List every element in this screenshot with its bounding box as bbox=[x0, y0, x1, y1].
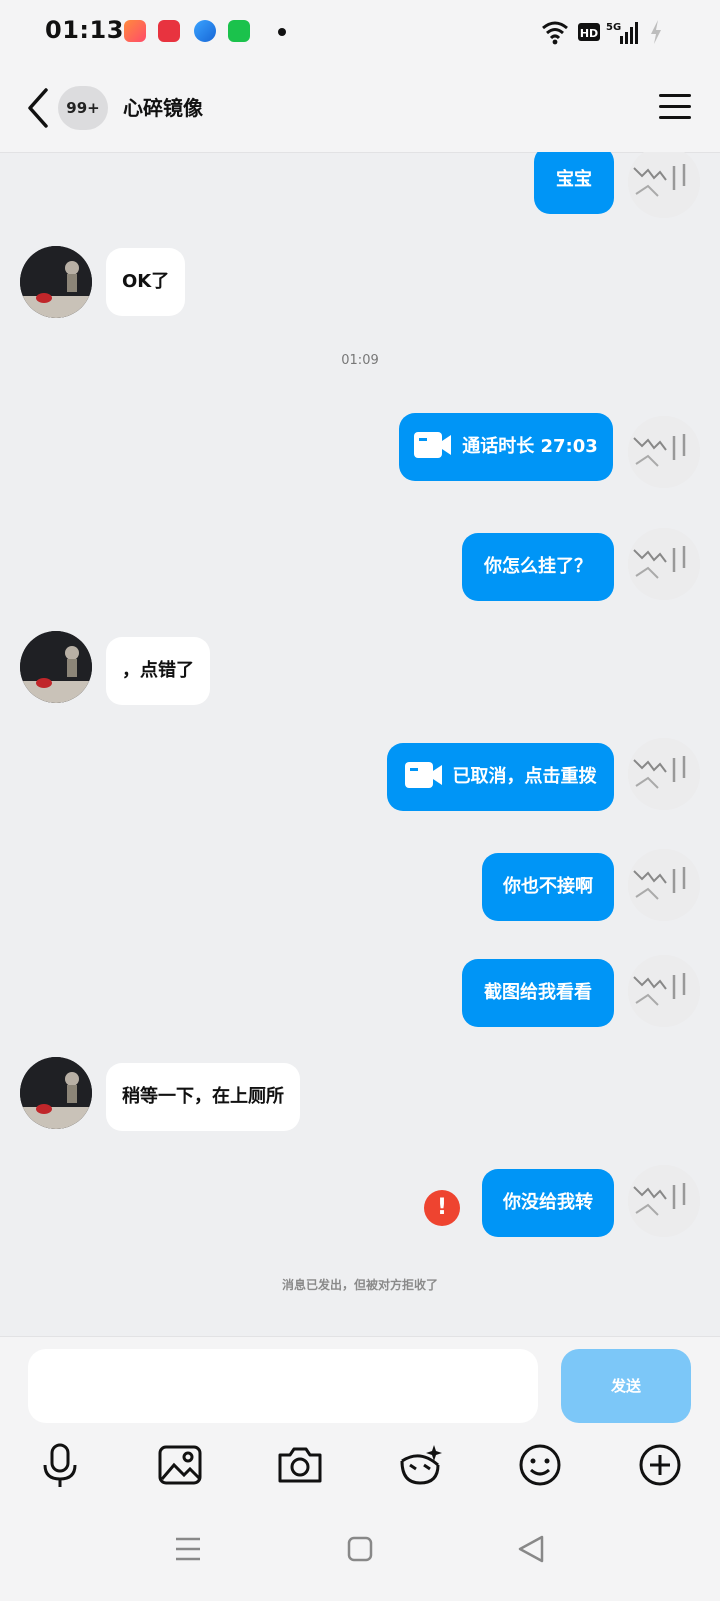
sticker-icon[interactable] bbox=[394, 1439, 446, 1491]
recents-icon[interactable] bbox=[168, 1529, 208, 1569]
message-text: OK了 bbox=[122, 271, 170, 292]
sketch-avatar-image bbox=[628, 955, 700, 1027]
emoji-icon[interactable] bbox=[514, 1439, 566, 1491]
message-text: 你也不接啊 bbox=[503, 876, 593, 897]
signal-5g-icon: 5G bbox=[606, 22, 638, 44]
svg-text:HD: HD bbox=[580, 27, 598, 40]
message-timestamp: 01:09 bbox=[341, 353, 379, 368]
message-text: 宝宝 bbox=[556, 169, 592, 190]
camera-icon[interactable] bbox=[274, 1439, 326, 1491]
message-text: 通话时长 27:03 bbox=[462, 436, 598, 457]
video-camera-icon bbox=[404, 762, 442, 788]
svg-text:5G: 5G bbox=[606, 22, 621, 33]
my-avatar[interactable] bbox=[628, 528, 700, 600]
sketch-avatar-image bbox=[628, 416, 700, 488]
microphone-icon[interactable] bbox=[34, 1439, 86, 1491]
photo-avatar-image bbox=[20, 246, 92, 318]
back-icon[interactable] bbox=[512, 1529, 552, 1569]
more-notifications-dot bbox=[278, 28, 286, 36]
shop-app-icon bbox=[228, 20, 250, 42]
message-bubble-incoming[interactable]: ，点错了 bbox=[106, 637, 210, 705]
message-bubble-outgoing[interactable]: 你也不接啊 bbox=[482, 853, 614, 921]
plus-icon[interactable] bbox=[634, 1439, 686, 1491]
composer-bar: 发送 bbox=[0, 1336, 720, 1601]
video-call-record-bubble[interactable]: 通话时长 27:03 bbox=[399, 413, 613, 481]
screen-record-icon bbox=[158, 20, 180, 42]
photo-avatar-image bbox=[20, 631, 92, 703]
back-arrow-icon[interactable] bbox=[24, 86, 52, 130]
rejected-notice: 消息已发出，但被对方拒收了 bbox=[281, 1278, 438, 1292]
send-button[interactable]: 发送 bbox=[561, 1349, 691, 1423]
sketch-avatar-image bbox=[628, 528, 700, 600]
my-avatar[interactable] bbox=[628, 738, 700, 810]
message-bubble-outgoing[interactable]: 你怎么挂了？ bbox=[462, 533, 614, 601]
status-bar: 01:13 HD 5G bbox=[0, 0, 720, 64]
image-icon[interactable] bbox=[154, 1439, 206, 1491]
sketch-avatar-image bbox=[628, 849, 700, 921]
chat-header: 99+ 心碎镜像 bbox=[0, 64, 720, 153]
browser-app-icon bbox=[194, 20, 216, 42]
message-text: 你怎么挂了？ bbox=[484, 556, 592, 577]
message-text: ，点错了 bbox=[122, 660, 194, 681]
message-bubble-outgoing[interactable]: 截图给我看看 bbox=[462, 959, 614, 1027]
message-bubble-incoming[interactable]: 稍等一下，在上厕所 bbox=[106, 1063, 300, 1131]
my-avatar[interactable] bbox=[628, 152, 700, 218]
message-bubble-incoming[interactable]: OK了 bbox=[106, 248, 186, 316]
home-icon[interactable] bbox=[340, 1529, 380, 1569]
battery-charging-icon bbox=[651, 20, 661, 44]
my-avatar[interactable] bbox=[628, 955, 700, 1027]
message-input[interactable] bbox=[28, 1349, 538, 1423]
send-failed-icon[interactable]: ! bbox=[424, 1190, 460, 1226]
message-text: 你没给我转 bbox=[503, 1192, 593, 1213]
contact-avatar[interactable] bbox=[20, 631, 92, 703]
menu-icon[interactable] bbox=[658, 92, 692, 122]
my-avatar[interactable] bbox=[628, 416, 700, 488]
sketch-avatar-image bbox=[628, 738, 700, 810]
video-call-record-bubble[interactable]: 已取消，点击重拨 bbox=[387, 743, 614, 811]
unread-count-badge[interactable]: 99+ bbox=[58, 86, 108, 130]
message-bubble-outgoing[interactable]: 宝宝 bbox=[534, 152, 614, 214]
my-avatar[interactable] bbox=[628, 849, 700, 921]
hd-icon: HD bbox=[578, 23, 600, 41]
status-time: 01:13 bbox=[45, 16, 124, 44]
message-bubble-outgoing-failed[interactable]: 你没给我转 bbox=[482, 1169, 614, 1237]
contact-name: 心碎镜像 bbox=[123, 96, 203, 120]
message-text: 已取消，点击重拨 bbox=[452, 766, 597, 787]
wifi-icon bbox=[542, 21, 568, 45]
my-avatar[interactable] bbox=[628, 1165, 700, 1237]
sketch-avatar-image bbox=[628, 152, 700, 218]
contact-avatar[interactable] bbox=[20, 246, 92, 318]
sketch-avatar-image bbox=[628, 1165, 700, 1237]
message-list[interactable]: 宝宝 OK了 01:09 通话时长 27:03 你怎么挂了？ ，点错了 已取消，… bbox=[0, 152, 720, 1336]
message-text: 截图给我看看 bbox=[484, 982, 592, 1003]
notification-app-icon bbox=[124, 20, 146, 42]
photo-avatar-image bbox=[20, 1057, 92, 1129]
message-text: 稍等一下，在上厕所 bbox=[122, 1086, 284, 1107]
video-camera-icon bbox=[414, 432, 452, 458]
contact-avatar[interactable] bbox=[20, 1057, 92, 1129]
